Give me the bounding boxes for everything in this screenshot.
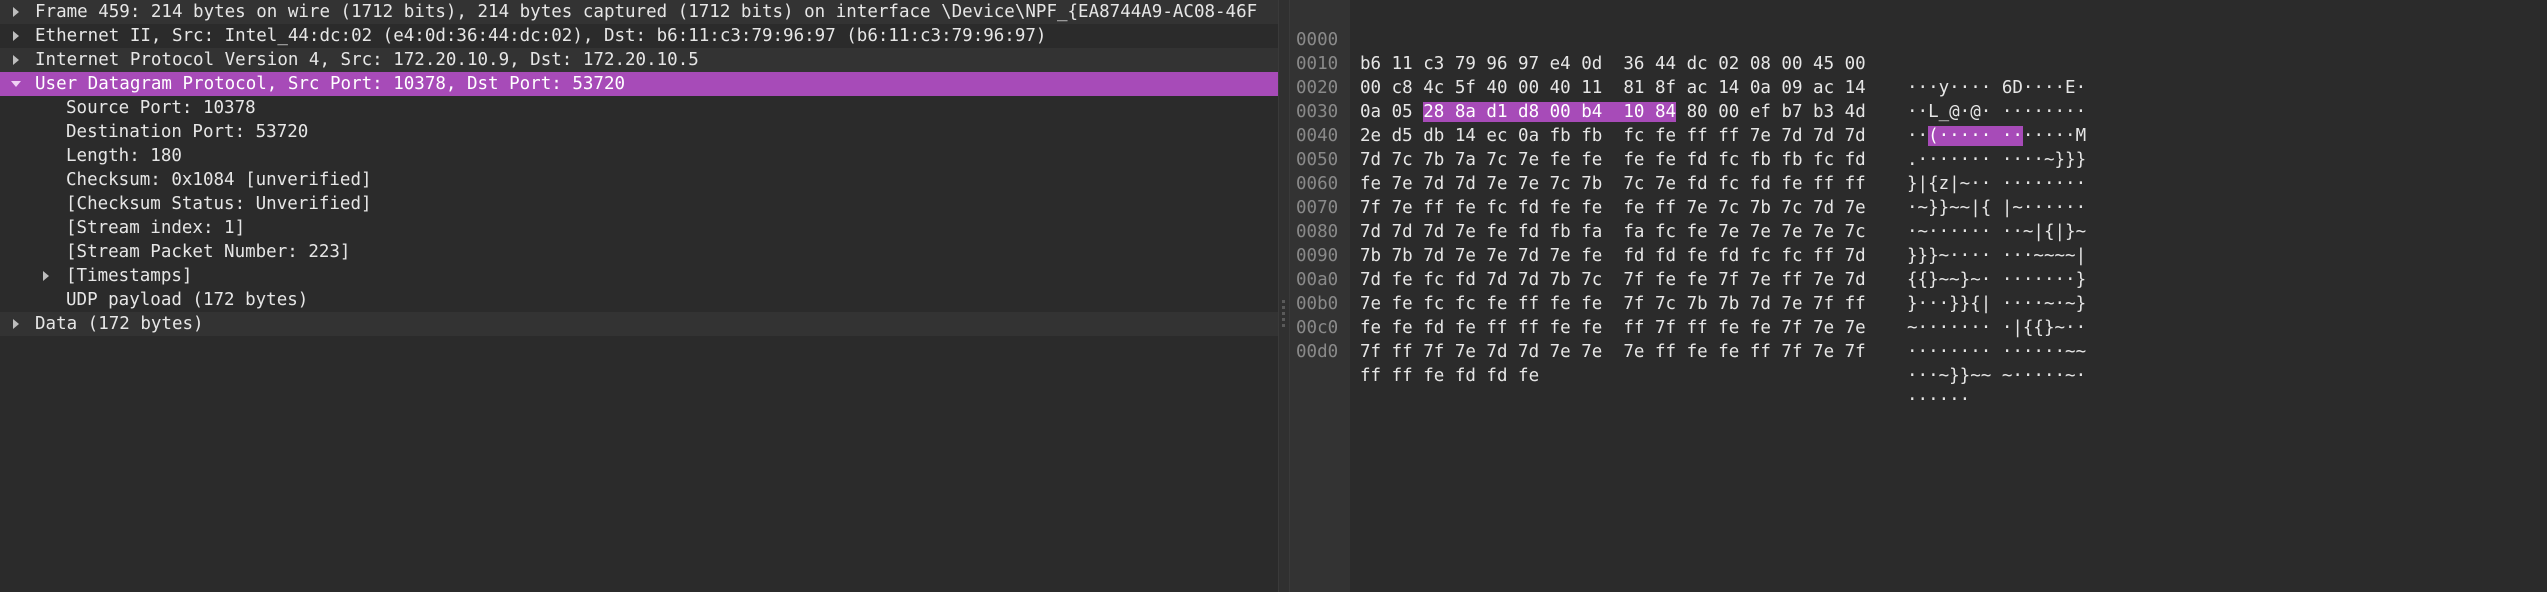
tree-item-ipv4[interactable]: Internet Protocol Version 4, Src: 172.20… [0, 48, 1278, 72]
ascii-bytes-selected: (····· ·· [1928, 126, 2023, 146]
expand-arrow-icon[interactable] [8, 48, 24, 72]
tree-item-label: [Stream index: 1] [66, 218, 246, 238]
tree-item-ethernet[interactable]: Ethernet II, Src: Intel_44:dc:02 (e4:0d:… [0, 24, 1278, 48]
tree-item-length[interactable]: Length: 180 [0, 144, 1278, 168]
byte-row[interactable]: 0080 7b 7b 7d 7e 7e 7d 7e fe fd fd fe fd… [1290, 196, 2086, 290]
hex-bytes[interactable]: 7f 7e ff fe fc fd fe fe fe ff 7e 7c 7b 7… [1360, 196, 1866, 220]
byte-row[interactable]: 0090 7d fe fc fd 7d 7d 7b 7c 7f fe fe 7f… [1290, 220, 2086, 314]
tree-item-stream-index[interactable]: [Stream index: 1] [0, 216, 1278, 240]
hex-bytes[interactable]: 7b 7b 7d 7e 7e 7d 7e fe fd fd fe fd fc f… [1360, 244, 1866, 268]
ascii-bytes[interactable]: ···y···· 6D····E· [1907, 76, 2086, 100]
expand-arrow-icon[interactable] [8, 24, 24, 48]
ascii-bytes[interactable]: ·~}}~~|{ |~······ [1907, 196, 2086, 220]
ascii-bytes[interactable]: }···}}{| ····~·~} [1907, 292, 2086, 316]
tree-item-label: User Datagram Protocol, Src Port: 10378,… [35, 74, 626, 94]
ascii-bytes[interactable]: ··L_@·@· ········ [1907, 100, 2086, 124]
byte-row-highlighted[interactable]: 0020 0a 05 28 8a d1 d8 00 b4 10 84 80 00… [1290, 52, 2086, 146]
hex-bytes-selected: 28 8a d1 d8 00 b4 10 84 [1423, 102, 1677, 122]
tree-item-label: Checksum: 0x1084 [unverified] [66, 170, 372, 190]
ascii-bytes[interactable]: {{}~~}~· ·······} [1907, 268, 2086, 292]
ascii-bytes[interactable]: ········ ······~~ [1907, 340, 2086, 364]
hex-bytes[interactable]: ff ff fe fd fd fe [1360, 364, 1539, 388]
hex-bytes[interactable]: fe fe fd fe ff ff fe fe ff 7f ff fe fe 7… [1360, 316, 1866, 340]
tree-item-stream-packet-number[interactable]: [Stream Packet Number: 223] [0, 240, 1278, 264]
byte-row[interactable]: 0000 b6 11 c3 79 96 97 e4 0d 36 44 dc 02… [1290, 4, 2086, 98]
hex-bytes[interactable]: 00 c8 4c 5f 40 00 40 11 81 8f ac 14 0a 0… [1360, 76, 1866, 100]
ascii-bytes[interactable]: .······· ····~}}} [1907, 148, 2086, 172]
ascii-bytes[interactable]: ~······· ·|{{}~·· [1907, 316, 2086, 340]
packet-bytes-pane[interactable]: 0000 b6 11 c3 79 96 97 e4 0d 36 44 dc 02… [1290, 0, 2547, 592]
tree-item-label: Frame 459: 214 bytes on wire (1712 bits)… [35, 2, 1258, 22]
tree-item-label: Source Port: 10378 [66, 98, 256, 118]
tree-item-label: Ethernet II, Src: Intel_44:dc:02 (e4:0d:… [35, 26, 1047, 46]
hex-bytes[interactable]: b6 11 c3 79 96 97 e4 0d 36 44 dc 02 08 0… [1360, 52, 1866, 76]
ascii-bytes[interactable]: ·~······ ··~|{|}~ [1907, 220, 2086, 244]
hex-bytes[interactable]: 7f ff 7f 7e 7d 7d 7e 7e 7e ff fe fe ff 7… [1360, 340, 1866, 364]
tree-item-label: [Stream Packet Number: 223] [66, 242, 351, 262]
tree-item-label: Internet Protocol Version 4, Src: 172.20… [35, 50, 699, 70]
expand-arrow-icon[interactable] [8, 0, 24, 24]
tree-item-label: Destination Port: 53720 [66, 122, 309, 142]
tree-item-checksum[interactable]: Checksum: 0x1084 [unverified] [0, 168, 1278, 192]
hex-bytes[interactable]: 7e fe fc fc fe ff fe fe 7f 7c 7b 7b 7d 7… [1360, 292, 1866, 316]
tree-item-data[interactable]: Data (172 bytes) [0, 312, 1278, 336]
tree-item-label: [Timestamps] [66, 266, 193, 286]
byte-row[interactable]: 0060 7f 7e ff fe fc fd fe fe fe ff 7e 7c… [1290, 148, 2086, 242]
tree-item-source-port[interactable]: Source Port: 10378 [0, 96, 1278, 120]
ascii-bytes[interactable]: ··(····· ·······M [1907, 124, 2086, 148]
tree-item-timestamps[interactable]: [Timestamps] [0, 264, 1278, 288]
byte-row[interactable]: 00d0 ff ff fe fd fd fe ······ [1290, 316, 1970, 410]
splitter-grip-icon [1282, 300, 1286, 330]
byte-row[interactable]: 0050 fe 7e 7d 7d 7e 7e 7c 7b 7c 7e fd fc… [1290, 124, 2086, 218]
collapse-arrow-icon[interactable] [8, 72, 24, 96]
hex-bytes[interactable]: fe 7e 7d 7d 7e 7e 7c 7b 7c 7e fd fc fd f… [1360, 172, 1866, 196]
tree-item-label: UDP payload (172 bytes) [66, 290, 309, 310]
byte-row[interactable]: 00a0 7e fe fc fc fe ff fe fe 7f 7c 7b 7b… [1290, 244, 2086, 338]
hex-bytes[interactable]: 0a 05 28 8a d1 d8 00 b4 10 84 80 00 ef b… [1360, 100, 1866, 124]
byte-row[interactable]: 00c0 7f ff 7f 7e 7d 7d 7e 7e 7e ff fe fe… [1290, 292, 2086, 386]
tree-item-frame[interactable]: Frame 459: 214 bytes on wire (1712 bits)… [0, 0, 1278, 24]
hex-bytes-pre: 0a 05 [1360, 102, 1424, 122]
byte-row[interactable]: 00b0 fe fe fd fe ff ff fe fe ff 7f ff fe… [1290, 268, 2086, 362]
ascii-bytes-pre: ·· [1907, 126, 1929, 146]
hex-bytes[interactable]: 2e d5 db 14 ec 0a fb fb fc fe ff ff 7e 7… [1360, 124, 1866, 148]
ascii-bytes[interactable]: }|{z|~·· ········ [1907, 172, 2086, 196]
wireshark-panes: Frame 459: 214 bytes on wire (1712 bits)… [0, 0, 2547, 592]
tree-item-label: Length: 180 [66, 146, 182, 166]
byte-row[interactable]: 0010 00 c8 4c 5f 40 00 40 11 81 8f ac 14… [1290, 28, 2086, 122]
hex-bytes[interactable]: 7d 7c 7b 7a 7c 7e fe fe fe fe fd fc fb f… [1360, 148, 1866, 172]
byte-row[interactable]: 0040 7d 7c 7b 7a 7c 7e fe fe fe fe fd fc… [1290, 100, 2086, 194]
ascii-bytes-post: ·····M [2022, 126, 2087, 146]
hex-bytes[interactable]: 7d 7d 7d 7e fe fd fb fa fa fc fe 7e 7e 7… [1360, 220, 1866, 244]
byte-row[interactable]: 0070 7d 7d 7d 7e fe fd fb fa fa fc fe 7e… [1290, 172, 2086, 266]
tree-item-udp[interactable]: User Datagram Protocol, Src Port: 10378,… [0, 72, 1278, 96]
tree-item-udp-payload[interactable]: UDP payload (172 bytes) [0, 288, 1278, 312]
expand-arrow-icon[interactable] [38, 264, 54, 288]
expand-arrow-icon[interactable] [8, 312, 24, 336]
ascii-bytes[interactable]: ···~}}~~ ~·····~· [1907, 364, 2086, 388]
ascii-bytes[interactable]: }}}~···· ···~~~~| [1907, 244, 2086, 268]
byte-row[interactable]: 0030 2e d5 db 14 ec 0a fb fb fc fe ff ff… [1290, 76, 2086, 170]
byte-offset: 00d0 [1296, 342, 1339, 362]
tree-item-label: Data (172 bytes) [35, 314, 204, 334]
ascii-bytes[interactable]: ······ [1907, 388, 1970, 412]
packet-details-pane[interactable]: Frame 459: 214 bytes on wire (1712 bits)… [0, 0, 1278, 592]
hex-bytes[interactable]: 7d fe fc fd 7d 7d 7b 7c 7f fe fe 7f 7e f… [1360, 268, 1866, 292]
hex-bytes-post: 80 00 ef b7 b3 4d [1676, 102, 1866, 122]
tree-item-label: [Checksum Status: Unverified] [66, 194, 372, 214]
pane-splitter[interactable] [1278, 0, 1290, 592]
tree-item-destination-port[interactable]: Destination Port: 53720 [0, 120, 1278, 144]
tree-item-checksum-status[interactable]: [Checksum Status: Unverified] [0, 192, 1278, 216]
